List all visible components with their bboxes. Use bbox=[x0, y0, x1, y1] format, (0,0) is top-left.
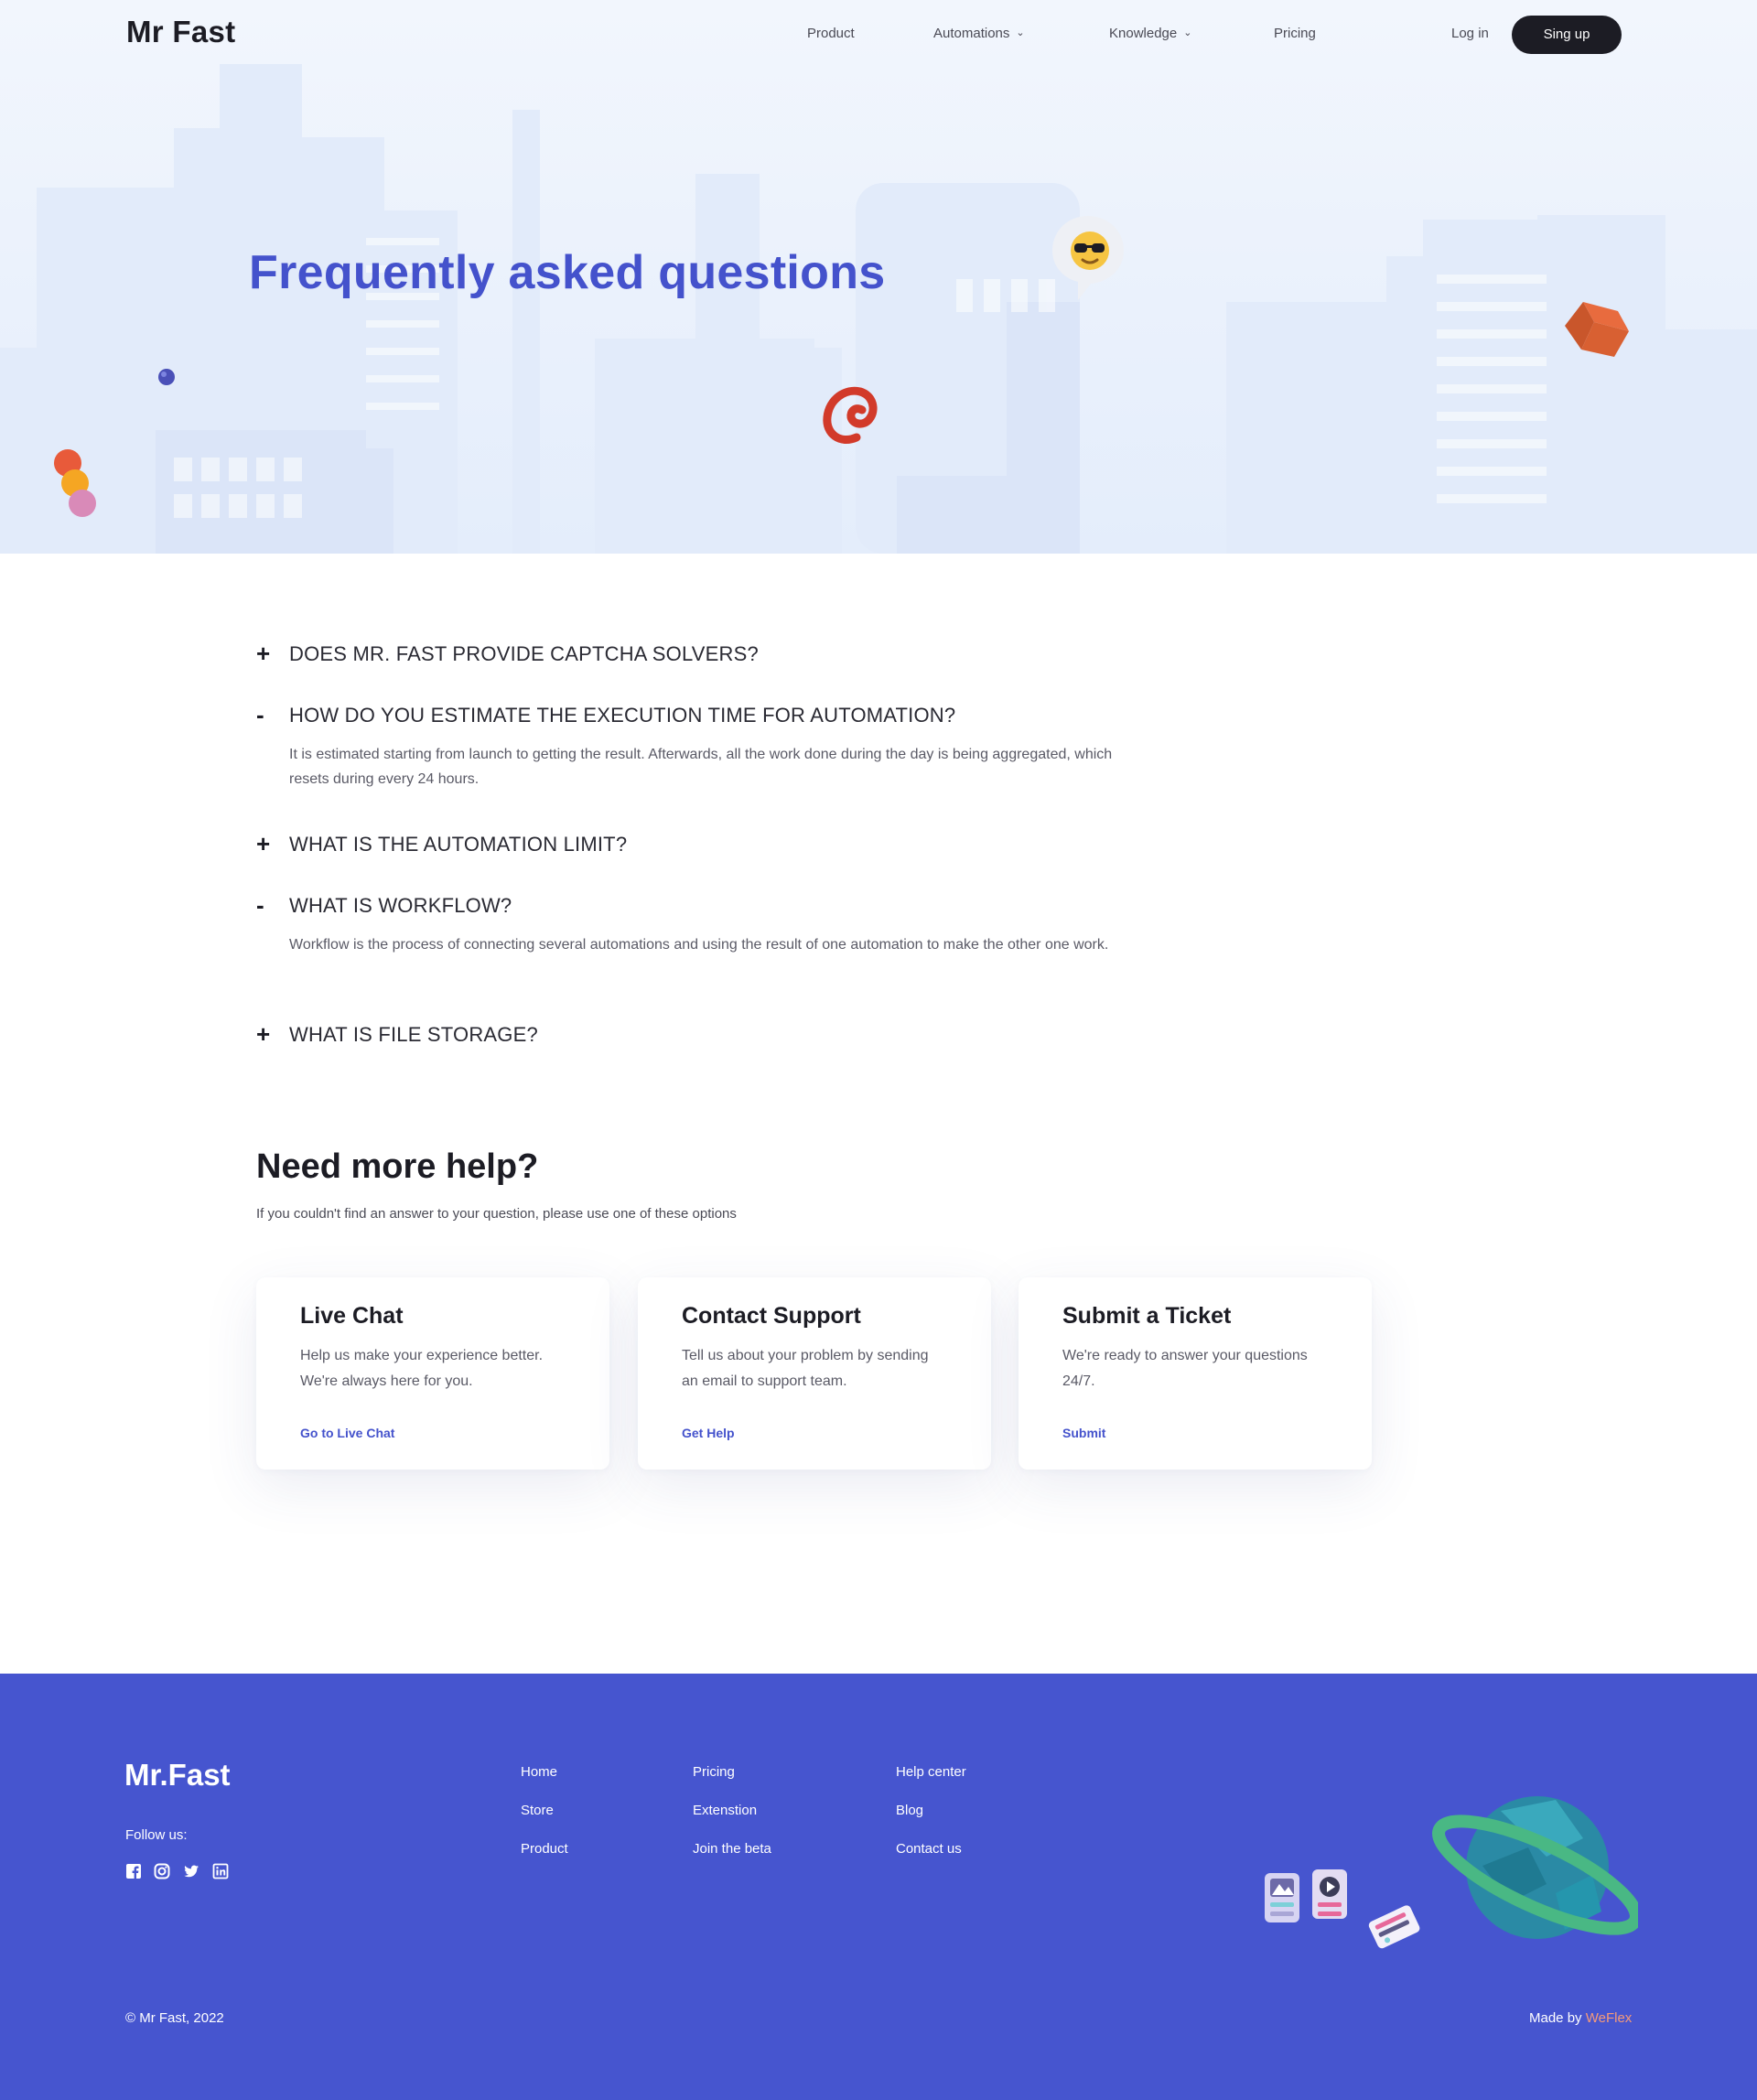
instagram-icon[interactable] bbox=[154, 1863, 170, 1879]
follow-label: Follow us: bbox=[125, 1827, 188, 1843]
footer-link-store[interactable]: Store bbox=[521, 1803, 554, 1818]
footer-link-join-beta[interactable]: Join the beta bbox=[693, 1841, 771, 1857]
minus-icon[interactable]: - bbox=[256, 892, 275, 918]
card-text: Tell us about your problem by sending an… bbox=[682, 1348, 929, 1389]
sphere-stack-icon bbox=[54, 449, 96, 517]
footer: Mr.Fast Follow us: Home Store Product Pr… bbox=[0, 1674, 1757, 2100]
card-title: Contact Support bbox=[682, 1303, 861, 1329]
footer-link-extension[interactable]: Extenstion bbox=[693, 1803, 757, 1818]
faq-question[interactable]: WHAT IS WORKFLOW? bbox=[289, 894, 512, 918]
plus-icon[interactable]: + bbox=[256, 1021, 275, 1047]
at-sign-icon bbox=[823, 386, 878, 444]
help-title: Need more help? bbox=[256, 1147, 539, 1186]
plus-icon[interactable]: + bbox=[256, 831, 275, 856]
brand-logo[interactable]: Mr Fast bbox=[126, 15, 235, 49]
signup-button[interactable]: Sing up bbox=[1512, 16, 1622, 54]
planet-illustration bbox=[1265, 1796, 1638, 1949]
help-subtitle: If you couldn't find an answer to your q… bbox=[256, 1206, 737, 1222]
twitter-icon[interactable] bbox=[183, 1863, 199, 1879]
login-link[interactable]: Log in bbox=[1451, 26, 1489, 41]
faq-question[interactable]: HOW DO YOU ESTIMATE THE EXECUTION TIME F… bbox=[289, 704, 955, 727]
made-by-prefix: Made by bbox=[1529, 2010, 1582, 2026]
made-by-text: Made by WeFlex bbox=[1529, 2010, 1632, 2026]
made-by-brand-link[interactable]: WeFlex bbox=[1586, 2010, 1633, 2026]
nav-link-pricing[interactable]: Pricing bbox=[1274, 26, 1316, 41]
chevron-down-icon: ⌄ bbox=[1016, 27, 1025, 38]
footer-link-help-center[interactable]: Help center bbox=[896, 1764, 966, 1780]
nav-link-knowledge[interactable]: Knowledge ⌄ bbox=[1109, 26, 1191, 41]
faq-answer: It is estimated starting from launch to … bbox=[289, 747, 1113, 787]
faq-question[interactable]: WHAT IS FILE STORAGE? bbox=[289, 1023, 538, 1047]
hero-section: Mr Fast Product Automations ⌄ Knowledge ⌄ … bbox=[0, 0, 1757, 554]
plus-icon[interactable]: + bbox=[256, 641, 275, 666]
footer-link-pricing[interactable]: Pricing bbox=[693, 1764, 735, 1780]
footer-logo[interactable]: Mr.Fast bbox=[124, 1758, 231, 1793]
page-title: Frequently asked questions bbox=[249, 246, 886, 299]
nav-link-product[interactable]: Product bbox=[807, 26, 855, 41]
contact-support-card: Contact Support Tell us about your probl… bbox=[638, 1277, 991, 1470]
video-card-icon bbox=[1312, 1869, 1347, 1919]
top-navigation: Mr Fast Product Automations ⌄ Knowledge ⌄ … bbox=[0, 0, 1757, 70]
image-card-icon bbox=[1265, 1873, 1299, 1922]
footer-link-home[interactable]: Home bbox=[521, 1764, 557, 1780]
faq-question[interactable]: WHAT IS THE AUTOMATION LIMIT? bbox=[289, 833, 627, 856]
footer-link-product[interactable]: Product bbox=[521, 1841, 568, 1857]
small-sphere-icon bbox=[158, 369, 175, 385]
submit-ticket-card: Submit a Ticket We're ready to answer yo… bbox=[1019, 1277, 1372, 1470]
submit-link[interactable]: Submit bbox=[1062, 1426, 1105, 1440]
faq-answer: Workflow is the process of connecting se… bbox=[289, 937, 1109, 953]
card-title: Submit a Ticket bbox=[1062, 1303, 1232, 1329]
card-text: Help us make your experience better. We'… bbox=[300, 1348, 544, 1389]
copyright-text: © Mr Fast, 2022 bbox=[125, 2010, 224, 2026]
card-title: Live Chat bbox=[300, 1303, 404, 1329]
live-chat-card: Live Chat Help us make your experience b… bbox=[256, 1277, 609, 1470]
faq-question[interactable]: DOES MR. FAST PROVIDE CAPTCHA SOLVERS? bbox=[289, 642, 759, 666]
sunglasses-emoji-icon bbox=[1052, 216, 1124, 300]
card-text: We're ready to answer your questions 24/… bbox=[1062, 1348, 1308, 1389]
cube-icon bbox=[1565, 302, 1629, 357]
footer-link-blog[interactable]: Blog bbox=[896, 1803, 923, 1818]
minus-icon[interactable]: - bbox=[256, 702, 275, 727]
footer-link-contact-us[interactable]: Contact us bbox=[896, 1841, 962, 1857]
get-help-link[interactable]: Get Help bbox=[682, 1426, 735, 1440]
linkedin-icon[interactable] bbox=[212, 1863, 229, 1879]
card-stack-icon bbox=[1368, 1905, 1420, 1949]
nav-link-automations[interactable]: Automations ⌄ bbox=[933, 26, 1025, 41]
facebook-icon[interactable] bbox=[125, 1863, 142, 1879]
chevron-down-icon: ⌄ bbox=[1183, 27, 1192, 38]
live-chat-link[interactable]: Go to Live Chat bbox=[300, 1426, 394, 1440]
